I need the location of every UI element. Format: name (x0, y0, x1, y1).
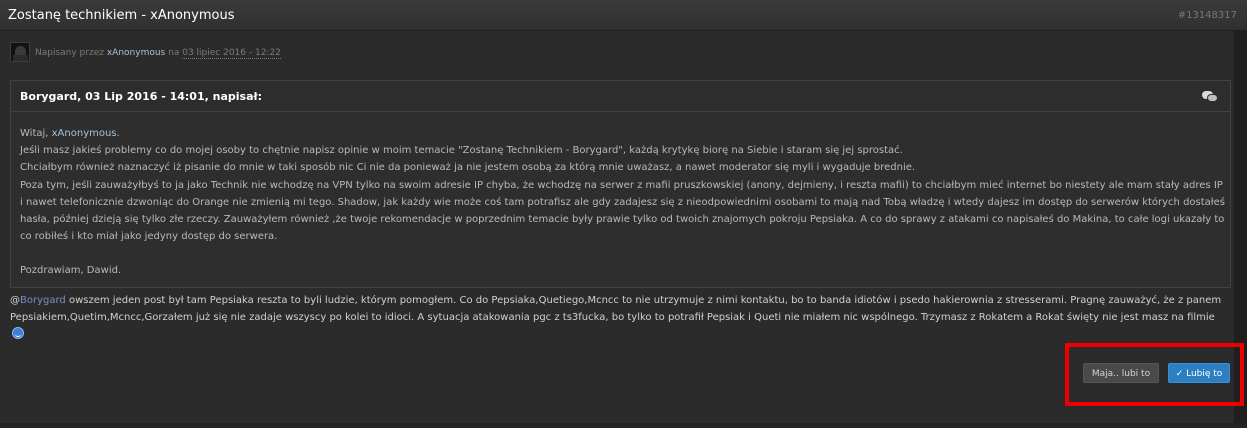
reply-text: owszem jeden post był tam Pepsiaka reszt… (10, 295, 1222, 323)
quote-paragraph-2: Chciałbym również naznaczyć iż pisanie d… (20, 162, 916, 174)
quote-mention-link[interactable]: xAnonymous (52, 128, 117, 139)
maja-likes-button[interactable]: Maja.. lubi to (1083, 363, 1159, 383)
quote-greeting-end: . (116, 128, 120, 139)
reply-at: @ (10, 295, 20, 306)
post-byline: Napisany przez xAnonymous na 03 lipiec 2… (35, 48, 281, 59)
quote-paragraph-3: Poza tym, jeśli zauważyłbyś to ja jako T… (20, 179, 1225, 243)
quote-greeting-line: Witaj, xAnonymous. (20, 125, 1225, 142)
topic-header: Zostanę technikiem - xAnonymous #1314831… (0, 0, 1247, 31)
topic-title: Zostanę technikiem - xAnonymous (8, 8, 235, 23)
quote-body: Witaj, xAnonymous. Jeśli masz jakieś pro… (20, 125, 1225, 280)
post-date: 03 lipiec 2016 - 12:22 (182, 48, 281, 59)
quote-header: Borygard, 03 Lip 2016 - 14:01, napisał: (11, 81, 1230, 112)
like-button[interactable]: ✓ Lubię to (1168, 363, 1230, 383)
post-id-link[interactable]: #13148317 (1178, 10, 1237, 21)
post-body: @Borygard owszem jeden post był tam Peps… (10, 292, 1225, 343)
reply-mention-link[interactable]: Borygard (20, 295, 66, 306)
quote-paragraph-1: Jeśli masz jakieś problemy co do mojej o… (20, 145, 903, 157)
author-link[interactable]: xAnonymous (107, 48, 165, 58)
bottom-divider (0, 423, 1247, 428)
byline-on: na (168, 48, 180, 58)
quote-signoff: Pozdrawiam, Dawid. (20, 265, 122, 277)
quote-greeting: Witaj, (20, 128, 49, 139)
quote-citation: Borygard, 03 Lip 2016 - 14:01, napisał: (20, 90, 262, 103)
byline-prefix: Napisany przez (35, 48, 104, 58)
avatar[interactable] (10, 42, 30, 62)
quote-block: Borygard, 03 Lip 2016 - 14:01, napisał: … (10, 80, 1231, 288)
smiley-icon (12, 327, 24, 339)
comment-bubbles-icon[interactable] (1202, 90, 1218, 103)
